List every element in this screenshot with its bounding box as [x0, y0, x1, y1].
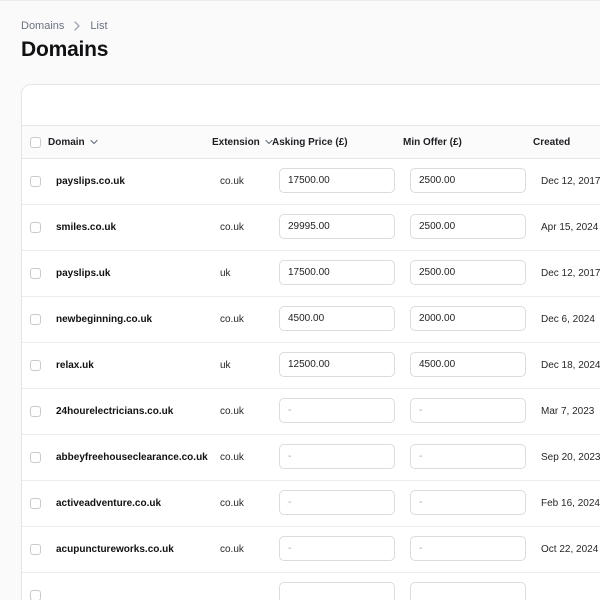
row-checkbox[interactable] [30, 405, 41, 417]
top-divider [0, 0, 600, 1]
row-checkbox[interactable] [30, 175, 41, 187]
breadcrumb-item-list: List [90, 20, 108, 32]
asking-price-input[interactable] [279, 214, 395, 239]
created-date: Oct 22, 2024 [541, 543, 599, 555]
asking-price-input[interactable] [279, 582, 395, 600]
extension-value: co.uk [220, 313, 244, 325]
row-checkbox[interactable] [30, 543, 41, 555]
domain-name[interactable]: newbeginning.co.uk [56, 296, 152, 342]
asking-price-input[interactable] [279, 352, 395, 377]
asking-price-input[interactable] [279, 398, 395, 423]
select-all-checkbox[interactable] [30, 136, 41, 148]
column-header-min-offer-label: Min Offer (£) [403, 136, 462, 148]
row-checkbox[interactable] [30, 497, 41, 509]
table-row[interactable]: payslips.uk uk Dec 12, 2017 [22, 250, 600, 297]
domain-name[interactable]: activeadventure.co.uk [56, 480, 161, 526]
page: Domains List Domains Domain Extension As… [0, 0, 600, 600]
column-header-asking-price-label: Asking Price (£) [272, 136, 348, 148]
created-date: Apr 15, 2024 [541, 221, 599, 233]
column-header-created-label: Created [533, 136, 571, 148]
created-date: Dec 6, 2024 [541, 313, 595, 325]
row-checkbox[interactable] [30, 267, 41, 279]
min-offer-input[interactable] [410, 352, 526, 377]
table-row[interactable]: activeadventure.co.uk co.uk Feb 16, 2024 [22, 480, 600, 527]
created-date: Dec 12, 2017 [541, 267, 600, 279]
column-header-min-offer[interactable]: Min Offer (£) [403, 126, 462, 158]
asking-price-input[interactable] [279, 536, 395, 561]
extension-value: co.uk [220, 497, 244, 509]
breadcrumb-item-domains[interactable]: Domains [21, 20, 64, 32]
select-all-cell [30, 126, 41, 158]
row-checkbox[interactable] [30, 451, 41, 463]
domain-name[interactable]: payslips.co.uk [56, 158, 125, 204]
asking-price-input[interactable] [279, 306, 395, 331]
table-toolbar [22, 85, 600, 126]
created-date: Dec 18, 2024 [541, 359, 600, 371]
asking-price-input[interactable] [279, 168, 395, 193]
min-offer-input[interactable] [410, 168, 526, 193]
table-row[interactable]: newbeginning.co.uk co.uk Dec 6, 2024 [22, 296, 600, 343]
table-row-partial[interactable] [22, 572, 600, 600]
row-checkbox[interactable] [30, 359, 41, 371]
chevron-down-icon[interactable] [89, 137, 99, 147]
min-offer-input[interactable] [410, 444, 526, 469]
column-header-extension-label: Extension [212, 136, 260, 148]
created-date: Feb 16, 2024 [541, 497, 600, 509]
min-offer-input[interactable] [410, 260, 526, 285]
table-row[interactable]: acupunctureworks.co.uk co.uk Oct 22, 202… [22, 526, 600, 573]
row-checkbox[interactable] [30, 589, 41, 600]
chevron-right-icon [72, 20, 82, 32]
column-header-extension[interactable]: Extension [212, 126, 274, 158]
table-header: Domain Extension Asking Price (£) Min Of… [22, 126, 600, 159]
extension-value: uk [220, 359, 231, 371]
asking-price-input[interactable] [279, 490, 395, 515]
column-header-created[interactable]: Created [533, 126, 570, 158]
extension-value: co.uk [220, 175, 244, 187]
column-header-asking-price[interactable]: Asking Price (£) [272, 126, 348, 158]
domain-name[interactable]: payslips.uk [56, 250, 110, 296]
domain-name[interactable]: acupunctureworks.co.uk [56, 526, 174, 572]
breadcrumb: Domains List [21, 20, 108, 32]
domain-name[interactable]: 24hourelectricians.co.uk [56, 388, 173, 434]
domain-name[interactable]: abbeyfreehouseclearance.co.uk [56, 434, 208, 480]
min-offer-input[interactable] [410, 490, 526, 515]
table-row[interactable]: relax.uk uk Dec 18, 2024 [22, 342, 600, 389]
extension-value: co.uk [220, 451, 244, 463]
min-offer-input[interactable] [410, 536, 526, 561]
domains-table-card: Domain Extension Asking Price (£) Min Of… [21, 84, 600, 600]
asking-price-input[interactable] [279, 260, 395, 285]
table-row[interactable]: payslips.co.uk co.uk Dec 12, 2017 [22, 158, 600, 205]
extension-value: co.uk [220, 221, 244, 233]
table-row[interactable]: abbeyfreehouseclearance.co.uk co.uk Sep … [22, 434, 600, 481]
min-offer-input[interactable] [410, 398, 526, 423]
created-date: Mar 7, 2023 [541, 405, 595, 417]
column-header-domain[interactable]: Domain [48, 126, 99, 158]
asking-price-input[interactable] [279, 444, 395, 469]
created-date: Dec 12, 2017 [541, 175, 600, 187]
created-date: Sep 20, 2023 [541, 451, 600, 463]
page-title: Domains [21, 38, 109, 61]
row-checkbox[interactable] [30, 313, 41, 325]
domain-name[interactable]: relax.uk [56, 342, 94, 388]
table-row[interactable]: 24hourelectricians.co.uk co.uk Mar 7, 20… [22, 388, 600, 435]
table-row[interactable]: smiles.co.uk co.uk Apr 15, 2024 [22, 204, 600, 251]
min-offer-input[interactable] [410, 214, 526, 239]
extension-value: co.uk [220, 405, 244, 417]
extension-value: co.uk [220, 543, 244, 555]
row-checkbox[interactable] [30, 221, 41, 233]
min-offer-input[interactable] [410, 582, 526, 600]
domain-name[interactable]: smiles.co.uk [56, 204, 116, 250]
min-offer-input[interactable] [410, 306, 526, 331]
column-header-domain-label: Domain [48, 136, 85, 148]
extension-value: uk [220, 267, 231, 279]
